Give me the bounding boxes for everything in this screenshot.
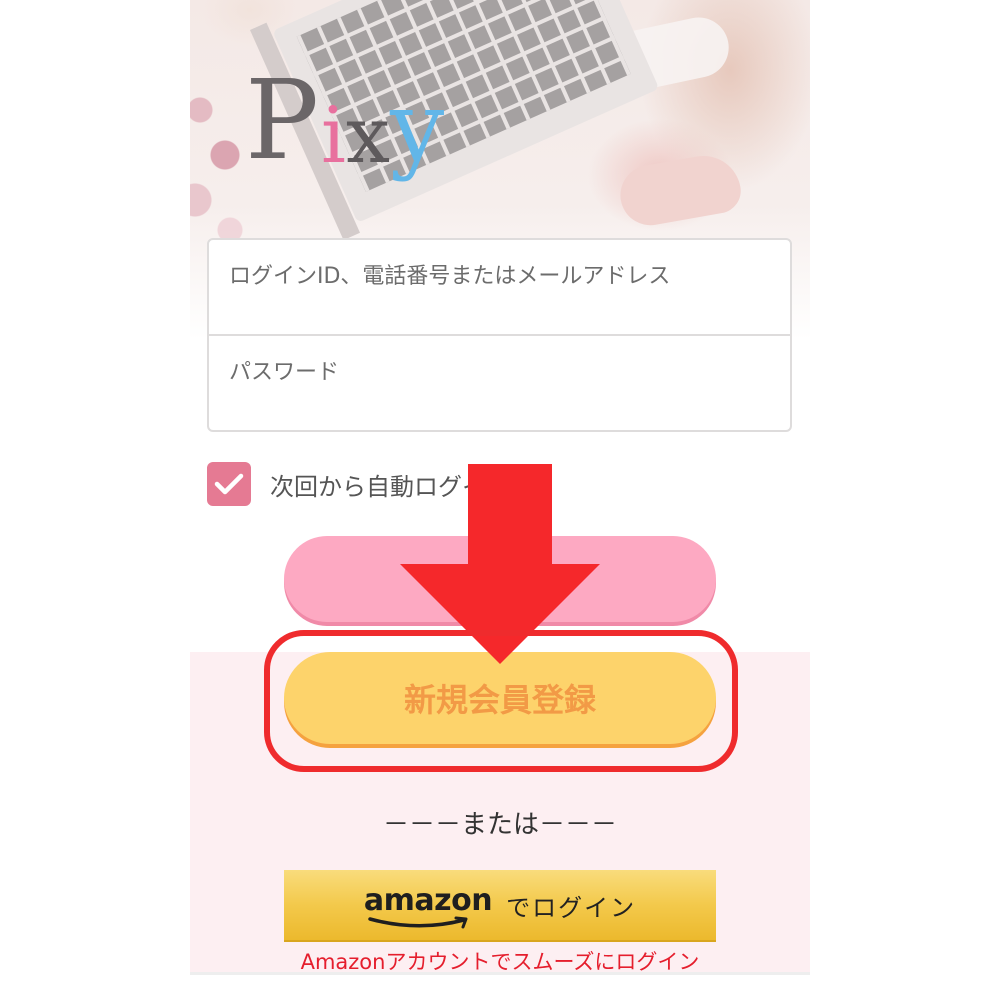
bottom-divider xyxy=(190,972,810,975)
login-id-row xyxy=(209,240,790,336)
amazon-logo: amazon xyxy=(363,882,493,928)
hand-shape xyxy=(615,150,745,230)
register-button-highlight xyxy=(264,630,738,772)
pixy-logo: P i x y xyxy=(245,55,444,175)
logo-letter-p: P xyxy=(245,56,320,184)
password-input[interactable] xyxy=(229,360,769,385)
amazon-logo-text: amazon xyxy=(363,882,493,918)
logo-letter-x: x xyxy=(345,91,390,181)
auto-login-checkbox[interactable] xyxy=(207,462,251,506)
amazon-smile-icon xyxy=(368,916,468,928)
checkmark-icon xyxy=(214,473,244,495)
password-row xyxy=(209,336,790,432)
login-id-input[interactable] xyxy=(229,264,769,289)
logo-letter-i: i xyxy=(321,91,346,181)
login-form xyxy=(207,238,792,432)
or-divider: －－－または－－－ xyxy=(382,810,617,840)
logo-letter-y: y xyxy=(389,71,445,183)
amazon-login-button[interactable]: amazon でログイン xyxy=(284,870,716,942)
amazon-login-label: でログイン xyxy=(506,893,637,922)
amazon-caption: Amazonアカウントでスムーズにログイン xyxy=(300,950,700,974)
